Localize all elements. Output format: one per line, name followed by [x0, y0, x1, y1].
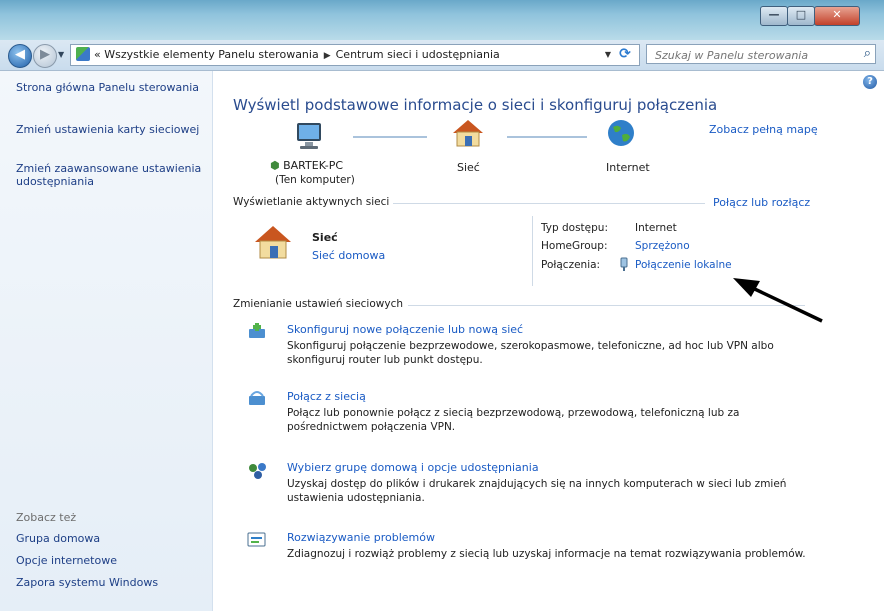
back-button[interactable]: ◀: [8, 44, 32, 68]
sidebar-link-adapter-settings[interactable]: Zmień ustawienia karty sieciowej: [16, 123, 206, 136]
arrow-right-icon: ▶: [40, 47, 50, 62]
task-description: Uzyskaj dostęp do plików i drukarek znaj…: [287, 478, 787, 504]
connect-disconnect-link[interactable]: Połącz lub rozłącz: [713, 196, 810, 209]
title-bar: — □ ✕: [0, 0, 884, 40]
section-divider: [408, 305, 805, 306]
help-icon[interactable]: ?: [863, 75, 877, 89]
address-dropdown-icon[interactable]: ▼: [605, 45, 611, 65]
active-networks-heading: Wyświetlanie aktywnych sieci: [233, 196, 390, 208]
computer-subtitle: (Ten komputer): [275, 174, 355, 186]
network-home-icon[interactable]: [451, 118, 485, 151]
vertical-divider: [532, 216, 533, 286]
sidebar: Strona główna Panelu sterowania Zmień us…: [0, 71, 213, 611]
breadcrumb-network-center[interactable]: Centrum sieci i udostępniania: [336, 48, 500, 61]
recent-pages-dropdown[interactable]: ▼: [58, 50, 64, 59]
sidebar-link-control-panel-home[interactable]: Strona główna Panelu sterowania: [16, 81, 206, 94]
address-box[interactable]: « Wszystkie elementy Panelu sterowania ▶ C…: [70, 44, 640, 66]
troubleshoot-icon: [247, 531, 267, 552]
map-connector-1: [353, 136, 427, 138]
see-also-heading: Zobacz też: [16, 511, 77, 524]
full-map-link[interactable]: Zobacz pełną mapę: [709, 123, 818, 136]
task-link[interactable]: Rozwiązywanie problemów: [287, 531, 435, 544]
network-type-link[interactable]: Sieć domowa: [312, 249, 385, 262]
home-network-icon[interactable]: [253, 224, 293, 263]
access-type-label: Typ dostępu:: [541, 222, 608, 234]
change-settings-heading: Zmienianie ustawień sieciowych: [233, 298, 403, 310]
computer-name: BARTEK-PC: [283, 159, 344, 172]
computer-node: ⬢ BARTEK-PC: [270, 159, 343, 172]
search-box[interactable]: ⌕: [646, 44, 876, 64]
homegroup-link[interactable]: Sprzężono: [635, 240, 690, 252]
task-link[interactable]: Wybierz grupę domową i opcje udostępnian…: [287, 461, 539, 474]
task-description: Zdiagnozuj i rozwiąż problemy z siecią l…: [287, 548, 806, 560]
network-share-icon: ⬢: [270, 159, 280, 172]
sidebar-link-advanced-sharing[interactable]: Zmień zaawansowane ustawienia udostępnia…: [16, 162, 206, 188]
task-description: Skonfiguruj połączenie bezprzewodowe, sz…: [287, 340, 774, 366]
page-title: Wyświetl podstawowe informacje o sieci i…: [233, 96, 718, 114]
section-divider: [393, 203, 705, 204]
task-description: Połącz lub ponownie połącz z siecią bezp…: [287, 407, 740, 433]
ethernet-icon: [619, 257, 629, 274]
arrow-left-icon: ◀: [15, 47, 25, 62]
task-link[interactable]: Połącz z siecią: [287, 390, 366, 403]
address-bar-row: ◀ ▶ ▼ « Wszystkie elementy Panelu sterow…: [0, 40, 884, 71]
connections-label: Połączenia:: [541, 259, 601, 271]
local-connection-link[interactable]: Połączenie lokalne: [635, 259, 732, 271]
task-link[interactable]: Skonfiguruj nowe połączenie lub nową sie…: [287, 323, 523, 336]
active-network-name: Sieć: [312, 231, 338, 244]
main-content: ? Wyświetl podstawowe informacje o sieci…: [213, 71, 884, 611]
maximize-button[interactable]: □: [787, 6, 815, 26]
control-panel-icon: [76, 47, 90, 61]
network-node-label: Sieć: [457, 161, 480, 174]
connect-network-icon: [247, 390, 267, 411]
breadcrumb-separator-icon[interactable]: ▶: [324, 51, 331, 61]
globe-icon[interactable]: [606, 118, 636, 151]
internet-node-label: Internet: [606, 161, 650, 174]
map-connector-2: [507, 136, 587, 138]
search-input[interactable]: [653, 46, 857, 64]
homegroup-label: HomeGroup:: [541, 240, 608, 252]
address-prefix[interactable]: «: [94, 48, 101, 61]
sidebar-link-internet-options[interactable]: Opcje internetowe: [16, 554, 206, 567]
homegroup-icon: [247, 462, 269, 483]
access-type-value: Internet: [635, 222, 677, 234]
close-button[interactable]: ✕: [814, 6, 860, 26]
breadcrumb-all-items[interactable]: Wszystkie elementy Panelu sterowania: [104, 48, 318, 61]
sidebar-link-windows-firewall[interactable]: Zapora systemu Windows: [16, 576, 206, 589]
sidebar-link-homegroup[interactable]: Grupa domowa: [16, 532, 206, 545]
forward-button[interactable]: ▶: [33, 44, 57, 68]
minimize-button[interactable]: —: [760, 6, 788, 26]
computer-icon[interactable]: [293, 121, 327, 154]
new-connection-icon: [247, 323, 267, 344]
search-icon[interactable]: ⌕: [864, 46, 871, 61]
refresh-icon[interactable]: ⟳: [614, 44, 636, 64]
